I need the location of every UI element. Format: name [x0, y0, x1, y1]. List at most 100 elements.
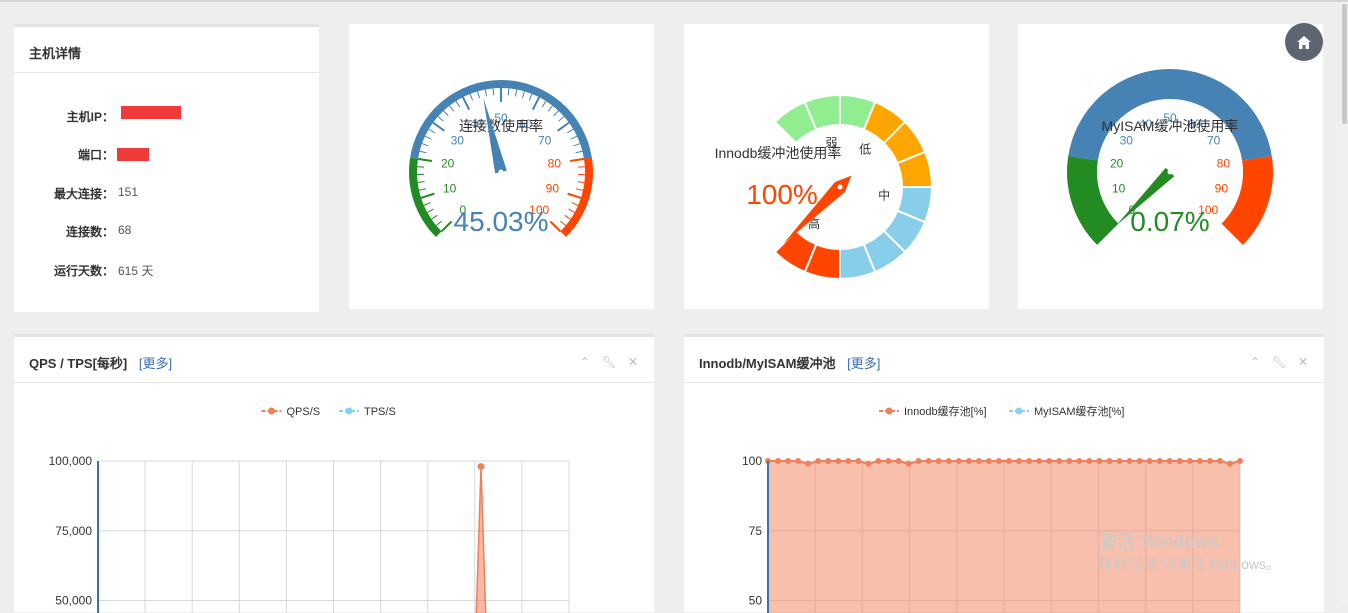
innodb-data-point: [976, 458, 982, 464]
chart-y-tick-label: 50,000: [55, 594, 92, 608]
gauge-minor-tick: [576, 189, 583, 191]
gauge-major-tick: [558, 123, 569, 131]
innodb-data-point: [896, 458, 902, 464]
chevron-up-icon[interactable]: ⌃: [1250, 355, 1260, 369]
legend-swatch-marker: [268, 408, 275, 415]
gauge-minor-tick: [559, 116, 564, 121]
gauge-minor-tick: [493, 88, 494, 95]
innodb-data-point: [916, 458, 922, 464]
innodb-data-point: [795, 458, 801, 464]
gauge-minor-tick: [1182, 100, 1183, 107]
gauge-tick-label: 20: [441, 157, 455, 171]
gauge-tick-label: 70: [1207, 133, 1221, 147]
gauge-minor-tick: [1114, 214, 1119, 218]
gauge-major-tick: [1226, 190, 1239, 194]
host-ip-redacted: [121, 106, 181, 119]
gauge-value: 45.03%: [454, 206, 549, 237]
myisam-usage-gauge-panel: 0102030405060708090100MyISAM缓冲池使用率0.07%: [1018, 24, 1323, 309]
gauge-tick-label: 10: [443, 182, 457, 196]
innodb-data-point: [906, 461, 912, 467]
buffer-pool-chart: Innodb缓存池[%]MyISAM缓存池[%]1007550: [684, 383, 1324, 613]
innodb-data-point: [1036, 458, 1042, 464]
innodb-data-point: [1187, 458, 1193, 464]
host-details-panel: 主机详情 主机IP： 端口： 最大连接： 151 连接数： 68 运行天数： 6…: [14, 24, 319, 312]
innodb-data-point: [1167, 458, 1173, 464]
innodb-data-point: [785, 458, 791, 464]
gauge-major-tick: [421, 194, 434, 198]
innodb-data-point: [1116, 458, 1122, 464]
gauge-minor-tick: [568, 209, 574, 212]
innodb-data-point: [996, 458, 1002, 464]
gauge-range-label: 低: [859, 143, 871, 157]
innodb-data-point: [1076, 458, 1082, 464]
gauge-minor-tick: [456, 101, 460, 107]
gauge-major-tick: [550, 221, 560, 231]
gauge-minor-tick: [1143, 104, 1146, 111]
gauge-minor-tick: [1194, 104, 1197, 111]
innodb-data-point: [1177, 458, 1183, 464]
gauge-minor-tick: [515, 89, 516, 96]
home-button[interactable]: [1285, 23, 1323, 61]
gauge-title: Innodb缓冲池使用率: [715, 145, 842, 161]
buffer-panel-tools: ⌃ 🔧︎ ✕: [1242, 355, 1308, 369]
chevron-up-icon[interactable]: ⌃: [580, 355, 590, 369]
gauge-minor-tick: [567, 129, 573, 133]
legend-swatch-marker: [346, 408, 353, 415]
gauge-minor-tick: [1156, 100, 1157, 107]
qps-more-link[interactable]: [更多]: [139, 356, 172, 371]
gauge-tick-label: 30: [1120, 133, 1134, 147]
chart-y-tick-label: 75,000: [55, 524, 92, 538]
gauge-minor-tick: [470, 94, 473, 101]
gauge-minor-tick: [436, 221, 441, 225]
gauge-major-tick: [1228, 161, 1242, 163]
buffer-title-row: Innodb/MyISAM缓冲池 [更多]: [699, 353, 880, 372]
innodb-data-point: [926, 458, 932, 464]
close-icon[interactable]: ✕: [628, 355, 638, 369]
gauge-minor-tick: [1221, 214, 1226, 218]
gauge-minor-tick: [576, 151, 583, 153]
gauge-major-tick: [568, 194, 581, 198]
gauge-title: MyISAM缓冲池使用率: [1102, 118, 1239, 134]
qps-tps-title-row: QPS / TPS[每秒] [更多]: [29, 353, 172, 372]
gauge-major-tick: [533, 97, 539, 109]
top-border: [0, 0, 1348, 2]
buffer-title: Innodb/MyISAM缓冲池: [699, 356, 836, 371]
buffer-more-link[interactable]: [更多]: [847, 356, 880, 371]
qps-tps-panel: QPS / TPS[每秒] [更多] ⌃ 🔧︎ ✕ QPS/STPS/S100,…: [14, 334, 654, 612]
gauge-minor-tick: [1098, 180, 1105, 181]
gauge-minor-tick: [1099, 154, 1106, 156]
gauge-minor-tick: [427, 209, 433, 212]
innodb-data-point: [1237, 458, 1243, 464]
gauge-minor-tick: [560, 221, 565, 225]
innodb-data-point: [1157, 458, 1163, 464]
innodb-data-point: [1006, 458, 1012, 464]
divider: [14, 72, 319, 73]
gauge-pointer: [483, 98, 506, 173]
gauge-minor-tick: [1230, 141, 1236, 144]
gauge-minor-tick: [420, 151, 427, 153]
wrench-icon[interactable]: 🔧︎: [601, 355, 616, 369]
gauge-tick-label: 30: [451, 133, 465, 147]
gauge-minor-tick: [1228, 204, 1234, 207]
scrollbar-thumb[interactable]: [1342, 4, 1347, 124]
gauge-pointer-hub: [499, 170, 504, 175]
gauge-minor-tick: [565, 215, 571, 219]
gauge-minor-tick: [1101, 147, 1108, 149]
gauge-pointer-hub: [1168, 170, 1173, 175]
gauge-minor-tick: [1232, 147, 1239, 149]
gauge-minor-tick: [573, 144, 580, 146]
legend-label: Innodb缓存池[%]: [904, 404, 987, 418]
qps-panel-tools: ⌃ 🔧︎ ✕: [572, 355, 638, 369]
close-icon[interactable]: ✕: [1298, 355, 1308, 369]
wrench-icon[interactable]: 🔧︎: [1271, 355, 1286, 369]
gauge-minor-tick: [508, 88, 509, 95]
gauge-minor-tick: [1099, 186, 1106, 188]
gauge-minor-tick: [1235, 180, 1242, 181]
innodb-data-point: [986, 458, 992, 464]
host-ip-label: 主机IP：: [67, 108, 114, 125]
gauge-title: 连接数使用率: [459, 118, 543, 134]
chart-y-tick-label: 50: [749, 594, 763, 608]
gauge-minor-tick: [548, 106, 552, 112]
gauge-minor-tick: [443, 111, 448, 116]
gauge-minor-tick: [422, 144, 429, 146]
